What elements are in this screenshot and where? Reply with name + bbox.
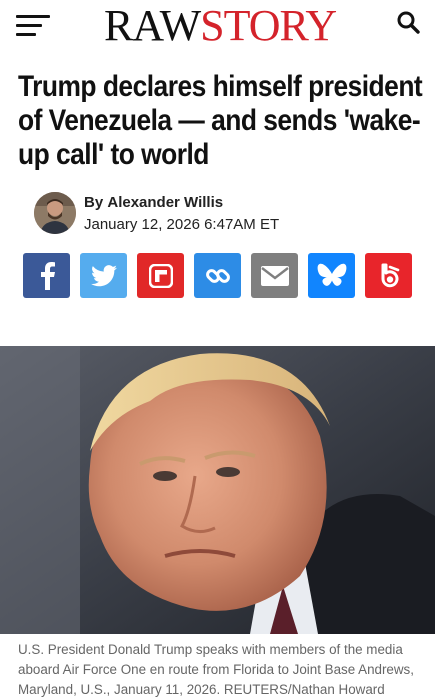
rawstory-logo[interactable]: RAW STORY xyxy=(104,1,337,50)
photo-caption: U.S. President Donald Trump speaks with … xyxy=(18,642,414,697)
article-title: Trump declares himself president of Vene… xyxy=(18,70,423,171)
author-name[interactable]: Alexander Willis xyxy=(107,194,223,211)
share-facebook-button[interactable] xyxy=(23,253,70,298)
share-flipboard-button[interactable] xyxy=(137,253,184,298)
flipboard-icon xyxy=(148,263,173,288)
menu-line xyxy=(16,24,42,27)
publish-date: January 12, 2026 6:47AM ET xyxy=(84,216,280,233)
share-email-button[interactable] xyxy=(251,253,298,298)
beehiiv-icon xyxy=(381,263,399,287)
logo-story: STORY xyxy=(200,1,337,50)
menu-line xyxy=(16,15,50,18)
search-icon[interactable] xyxy=(396,10,420,34)
site-header: RAW STORY xyxy=(0,0,435,56)
bluesky-icon xyxy=(317,263,346,286)
hamburger-menu-icon[interactable] xyxy=(16,14,50,38)
logo-raw: RAW xyxy=(104,1,201,50)
author-avatar xyxy=(34,192,76,234)
menu-line xyxy=(16,33,36,36)
byline-prefix: By xyxy=(84,194,104,211)
twitter-icon xyxy=(90,264,117,286)
link-icon xyxy=(205,268,230,283)
share-twitter-button[interactable] xyxy=(80,253,127,298)
share-beehiiv-button[interactable] xyxy=(365,253,412,298)
email-icon xyxy=(260,265,289,286)
article-photo[interactable] xyxy=(0,346,435,634)
share-copy-link-button[interactable] xyxy=(194,253,241,298)
share-bluesky-button[interactable] xyxy=(308,253,355,298)
author-line[interactable]: By Alexander Willis xyxy=(84,194,223,211)
facebook-icon xyxy=(40,261,55,290)
